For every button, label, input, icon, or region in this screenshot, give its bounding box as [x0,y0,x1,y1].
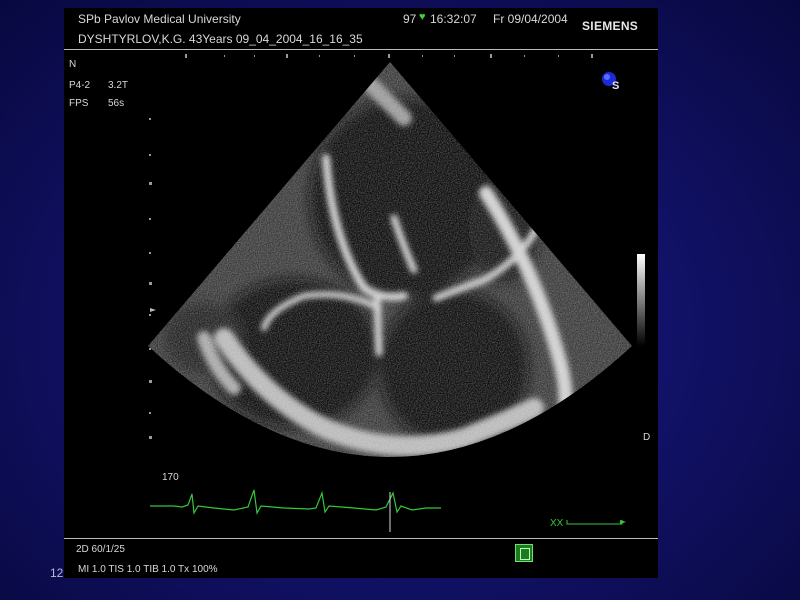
mode-info: 2D 60/1/25 [76,544,125,555]
safety-indices: MI 1.0 TIS 1.0 TIB 1.0 Tx 100% [78,564,218,575]
imaging-sector [148,62,632,457]
ecg-label: XX [550,518,564,529]
ecg-scale-value: 170 [162,472,179,483]
depth-marker: D [643,432,651,443]
ecg-trace [150,489,441,515]
echocardiogram-image [148,54,632,532]
cine-icon[interactable] [515,544,533,562]
ecg-bracket-arrow-icon [620,520,626,524]
slide-number: 12 [50,566,64,580]
footer-divider [64,538,658,539]
ecg-bracket [566,520,623,525]
ultrasound-screen: SPb Pavlov Medical University DYSHTYRLOV… [64,8,658,578]
gray-scale-bar [637,254,645,346]
focus-marker-icon [150,308,156,312]
